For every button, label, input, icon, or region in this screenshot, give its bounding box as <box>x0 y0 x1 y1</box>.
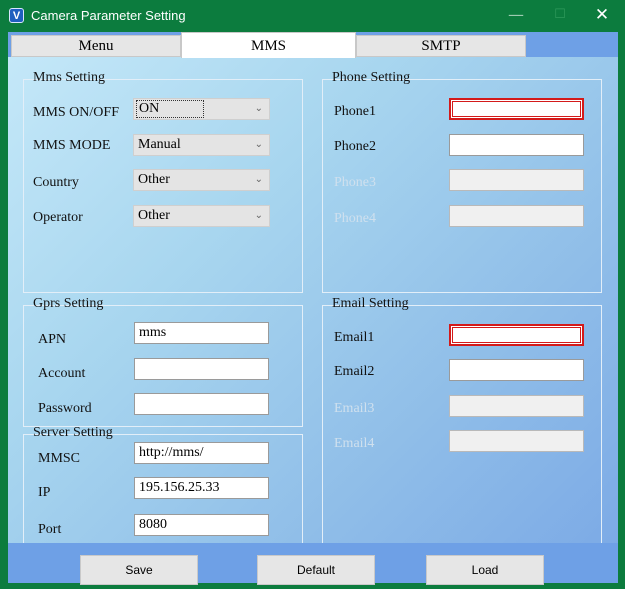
ip-label: IP <box>38 485 51 500</box>
phone2-input[interactable] <box>449 134 584 156</box>
phone4-label: Phone4 <box>334 211 376 226</box>
chevron-down-icon: ⌄ <box>254 174 263 185</box>
email1-label: Email1 <box>334 330 375 345</box>
save-button[interactable]: Save <box>80 555 198 585</box>
phone1-input[interactable] <box>449 98 584 120</box>
mms-tab-panel: Mms Setting MMS ON/OFF ON ⌄ MMS MODE Man… <box>8 57 618 544</box>
phone2-label: Phone2 <box>334 139 376 154</box>
mms-mode-label: MMS MODE <box>33 138 111 153</box>
default-button[interactable]: Default <box>257 555 375 585</box>
chevron-down-icon: ⌄ <box>254 139 263 150</box>
port-input[interactable]: 8080 <box>134 514 269 536</box>
button-bar: Save Default Load <box>8 543 618 585</box>
tab-bar: Menu MMS SMTP <box>8 32 618 58</box>
apn-label: APN <box>38 332 67 347</box>
mms-mode-select[interactable]: Manual ⌄ <box>133 134 270 156</box>
mms-mode-value: Manual <box>138 137 181 152</box>
email2-input[interactable] <box>449 359 584 381</box>
email2-label: Email2 <box>334 364 375 379</box>
minimize-button[interactable]: — <box>494 2 538 30</box>
title-bar[interactable]: V Camera Parameter Setting — ☐ ✕ <box>0 0 625 32</box>
chevron-down-icon: ⌄ <box>254 103 263 114</box>
client-area: Menu MMS SMTP Mms Setting MMS ON/OFF ON … <box>8 32 618 585</box>
tab-mms[interactable]: MMS <box>181 32 356 58</box>
country-label: Country <box>33 175 79 190</box>
phone1-label: Phone1 <box>334 104 376 119</box>
operator-label: Operator <box>33 210 83 225</box>
mms-setting-title: Mms Setting <box>33 70 105 85</box>
phone-setting-title: Phone Setting <box>332 70 411 85</box>
mmsc-label: MMSC <box>38 451 81 466</box>
email3-label: Email3 <box>334 401 375 416</box>
port-label: Port <box>38 522 62 537</box>
operator-value: Other <box>138 208 170 223</box>
phone4-input <box>449 205 584 227</box>
mms-onoff-label: MMS ON/OFF <box>33 105 119 120</box>
server-setting-title: Server Setting <box>33 425 113 440</box>
gprs-setting-title: Gprs Setting <box>33 296 104 311</box>
window-title: Camera Parameter Setting <box>31 8 186 23</box>
load-button[interactable]: Load <box>426 555 544 585</box>
phone3-label: Phone3 <box>334 175 376 190</box>
email3-input <box>449 395 584 417</box>
email1-input[interactable] <box>449 324 584 346</box>
chevron-down-icon: ⌄ <box>254 210 263 221</box>
account-input[interactable] <box>134 358 269 380</box>
password-label: Password <box>38 401 92 416</box>
account-label: Account <box>38 366 86 381</box>
mms-onoff-value: ON <box>136 100 205 118</box>
country-select[interactable]: Other ⌄ <box>133 169 270 191</box>
mmsc-input[interactable]: http://mms/ <box>134 442 269 464</box>
email4-input <box>449 430 584 452</box>
maximize-button[interactable]: ☐ <box>538 2 582 30</box>
close-button[interactable]: ✕ <box>580 2 624 30</box>
ip-input[interactable]: 195.156.25.33 <box>134 477 269 499</box>
phone3-input <box>449 169 584 191</box>
email-setting-title: Email Setting <box>332 296 409 311</box>
password-input[interactable] <box>134 393 269 415</box>
app-icon: V <box>9 8 24 23</box>
country-value: Other <box>138 172 170 187</box>
operator-select[interactable]: Other ⌄ <box>133 205 270 227</box>
app-window: V Camera Parameter Setting — ☐ ✕ Menu MM… <box>0 0 625 589</box>
email4-label: Email4 <box>334 436 375 451</box>
mms-onoff-select[interactable]: ON ⌄ <box>133 98 270 120</box>
tab-menu[interactable]: Menu <box>11 35 181 57</box>
tab-smtp[interactable]: SMTP <box>356 35 526 57</box>
apn-input[interactable]: mms <box>134 322 269 344</box>
